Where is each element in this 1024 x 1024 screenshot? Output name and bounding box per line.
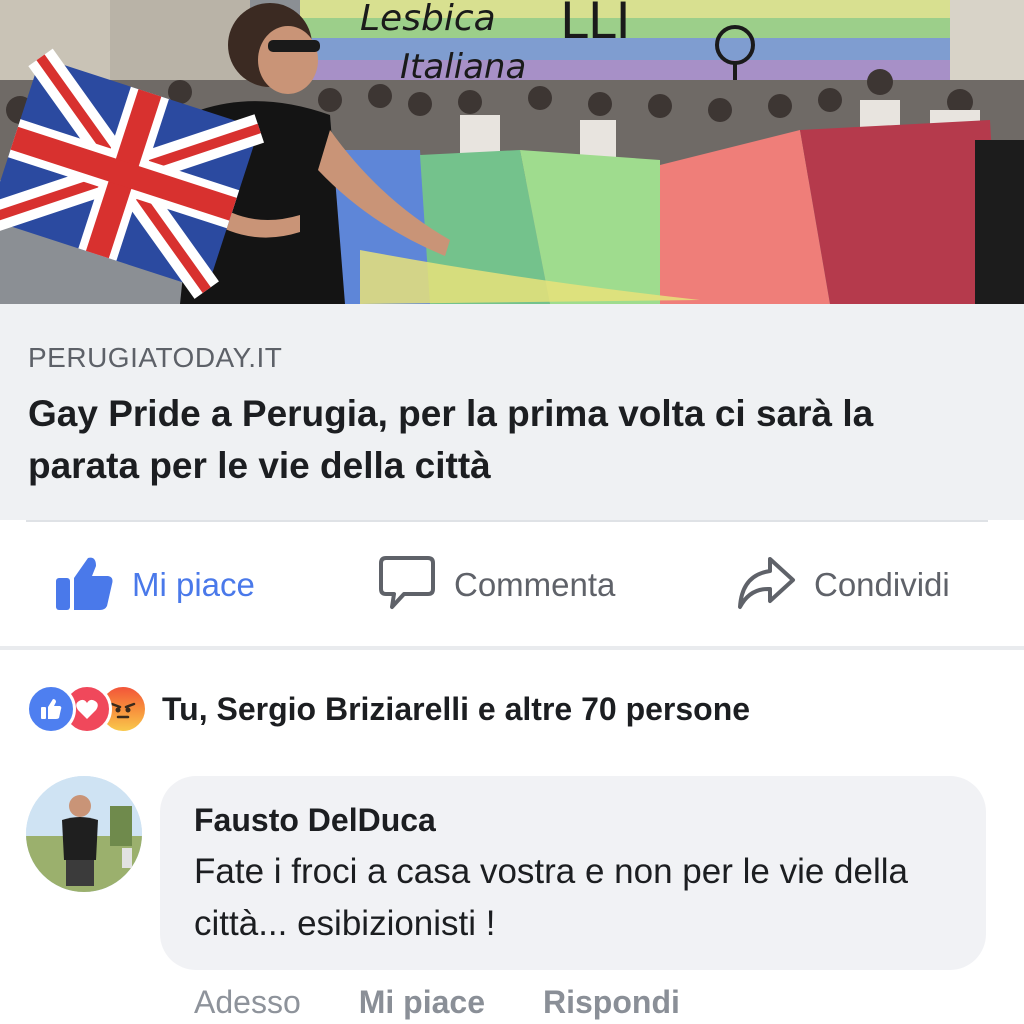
share-button-label: Condividi: [814, 566, 950, 603]
share-arrow-icon: [736, 555, 796, 616]
reactions-summary[interactable]: Tu, Sergio Briziarelli e altre 70 person…: [26, 682, 750, 736]
reactions-summary-text[interactable]: Tu, Sergio Briziarelli e altre 70 person…: [162, 691, 750, 728]
post-action-bar: Mi piace Commenta Condividi: [0, 540, 1024, 632]
svg-text:LLI: LLI: [560, 0, 630, 50]
banner-text-1: Lesbica: [360, 0, 496, 39]
share-button[interactable]: Condividi: [736, 554, 950, 616]
comment-like-button[interactable]: Mi piace: [359, 984, 485, 1021]
link-preview-image[interactable]: Lesbica Italiana LLI: [0, 0, 1024, 304]
link-title[interactable]: Gay Pride a Perugia, per la prima volta …: [28, 388, 988, 492]
comment-button-label: Commenta: [454, 566, 616, 603]
comment-timestamp: Adesso: [194, 983, 301, 1020]
comment-text: Fate i froci a casa vostra e non per le …: [194, 852, 908, 943]
like-button-label: Mi piace: [132, 566, 255, 603]
link-domain: PERUGIATODAY.IT: [28, 342, 283, 373]
comment-button[interactable]: Commenta: [378, 554, 615, 616]
section-divider: [0, 646, 1024, 650]
comment-author[interactable]: Fausto DelDuca: [194, 802, 436, 839]
like-reaction-icon: [26, 684, 76, 734]
speech-bubble-icon: [378, 555, 436, 616]
comment-reply-button[interactable]: Rispondi: [543, 984, 680, 1021]
commenter-avatar[interactable]: [26, 776, 142, 892]
card-divider: [26, 520, 988, 522]
thumbs-up-icon: [54, 554, 114, 617]
link-preview-card[interactable]: PERUGIATODAY.IT Gay Pride a Perugia, per…: [0, 304, 1024, 520]
comment-meta: Adesso Mi piace Rispondi: [194, 980, 680, 1024]
comment-bubble[interactable]: Fausto DelDuca Fate i froci a casa vostr…: [160, 776, 986, 970]
like-button[interactable]: Mi piace: [54, 554, 255, 616]
